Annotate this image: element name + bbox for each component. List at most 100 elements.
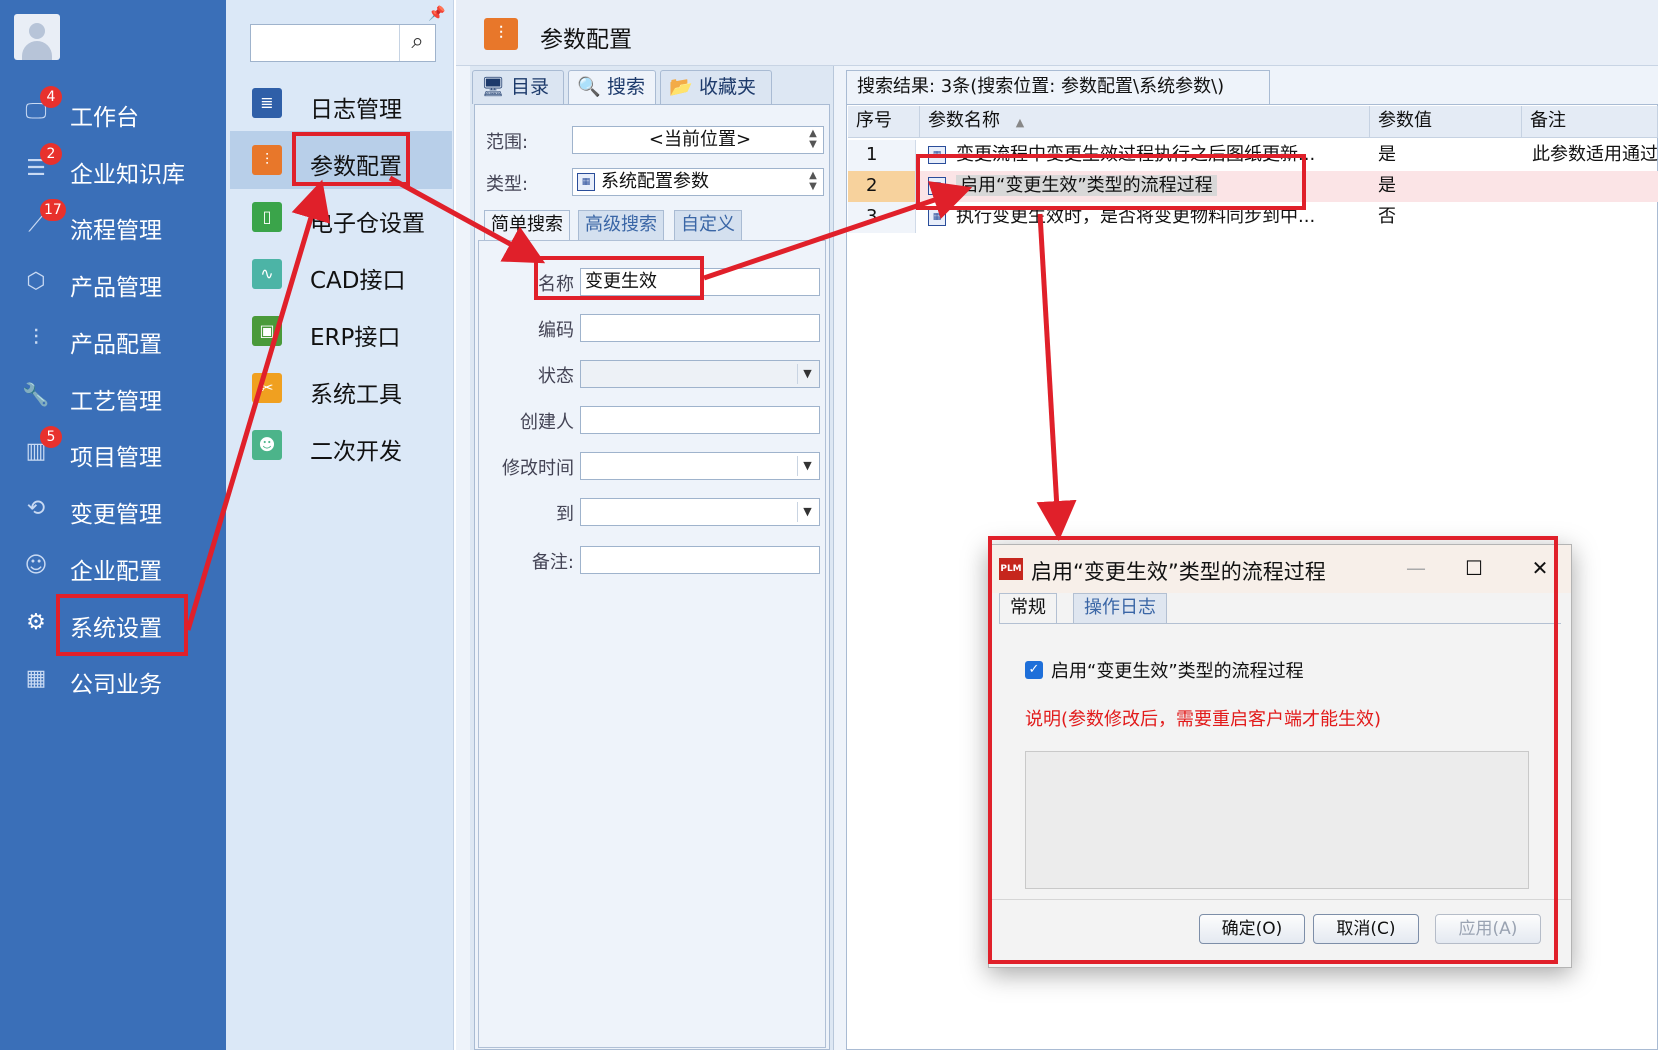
submenu-item-dev[interactable]: ☻ 二次开发 — [230, 416, 452, 474]
row-index: 1 — [866, 144, 878, 165]
submenu-item-erp[interactable]: ▣ ERP接口 — [230, 302, 452, 360]
grid-icon: ▦ — [25, 666, 47, 691]
nav-item-label: 产品管理 — [70, 275, 162, 301]
submenu-item-log[interactable]: ≣ 日志管理 — [230, 74, 452, 132]
tab-custom[interactable]: 自定义 — [674, 210, 742, 240]
tab-label: 收藏夹 — [699, 76, 757, 98]
submenu-item-label: 电子仓设置 — [310, 211, 425, 237]
nav-item-change[interactable]: ⟲ 变更管理 — [0, 483, 226, 535]
annotation-box — [988, 536, 1558, 964]
to-label: 到 — [556, 504, 574, 525]
waveform-icon: ∿ — [252, 259, 282, 289]
row-index-cell — [848, 171, 916, 202]
tab-search-results[interactable]: 搜索结果: 3条(搜索位置: 参数配置\系统参数\) — [846, 70, 1270, 104]
change-icon: ⟲ — [26, 496, 46, 521]
avatar[interactable] — [14, 14, 60, 60]
param-remark — [1532, 202, 1658, 233]
remark-field[interactable] — [580, 546, 820, 574]
creator-field[interactable] — [580, 406, 820, 434]
submenu-item-label: CAD接口 — [310, 268, 406, 294]
submenu-item-tools[interactable]: ✂ 系统工具 — [230, 359, 452, 417]
sort-ascending-icon: ▲ — [1015, 116, 1025, 129]
row-index: 3 — [866, 206, 878, 227]
annotation-box — [292, 132, 410, 186]
column-header-remark[interactable]: 备注 — [1522, 106, 1658, 138]
tab-catalog[interactable]: 🖥 目录 — [472, 70, 564, 104]
users-icon: ☺ — [24, 553, 48, 578]
sliders-icon: ⫶ — [252, 145, 282, 175]
submenu-item-label: ERP接口 — [310, 325, 401, 351]
submenu-item-vault[interactable]: ▯ 电子仓设置 — [230, 188, 452, 246]
nav-item-process[interactable]: 🔧 工艺管理 — [0, 370, 226, 422]
annotation-box — [916, 154, 1306, 210]
nav-item-company-business[interactable]: ▦ 公司业务 — [0, 653, 226, 705]
sliders-icon: ⫶ — [33, 326, 39, 351]
modtime-to-field[interactable]: ▼ — [580, 498, 820, 526]
modtime-from-field[interactable]: ▼ — [580, 452, 820, 480]
param-remark: 此参数适用通过 — [1532, 144, 1658, 165]
modtime-label: 修改时间 — [502, 458, 574, 479]
status-label: 状态 — [538, 366, 574, 387]
nav-item-label: 公司业务 — [70, 672, 162, 698]
main-nav: 🖵 4 工作台 ☰ 2 企业知识库 ⟋ 17 流程管理 ⬡ 产品管理 ⫶ 产品配… — [0, 0, 226, 1050]
search-icon[interactable]: ⌕ — [399, 25, 435, 61]
submenu-item-label: 二次开发 — [310, 439, 402, 465]
column-header-value[interactable]: 参数值 — [1370, 106, 1522, 138]
pin-icon[interactable]: 📌 — [428, 6, 445, 22]
param-value: 是 — [1378, 144, 1396, 165]
chevron-down-icon[interactable]: ▼ — [797, 502, 817, 522]
vault-icon: ▯ — [252, 202, 282, 232]
submenu-item-label: 日志管理 — [310, 97, 402, 123]
type-label: 类型: — [486, 174, 529, 195]
column-header-name[interactable]: 参数名称 ▲ — [920, 106, 1370, 138]
tab-search[interactable]: 🔍 搜索 — [568, 70, 656, 104]
tab-favorites[interactable]: 📂 收藏夹 — [660, 70, 772, 104]
row-index-cell — [848, 140, 916, 171]
page-title: 参数配置 — [540, 27, 632, 53]
chevron-down-icon[interactable]: ▼ — [797, 364, 817, 384]
annotation-box — [534, 256, 704, 300]
nav-item-label: 流程管理 — [70, 218, 162, 244]
nav-item-enterprise-config[interactable]: ☺ 企业配置 — [0, 540, 226, 592]
code-field[interactable] — [580, 314, 820, 342]
nav-item-project[interactable]: ▥ 5 项目管理 — [0, 426, 226, 478]
nav-item-label: 工作台 — [70, 105, 139, 131]
catalog-icon: 🖥 — [481, 76, 506, 98]
row-index: 2 — [866, 175, 878, 196]
nav-item-product[interactable]: ⬡ 产品管理 — [0, 256, 226, 308]
notification-badge: 17 — [40, 199, 66, 221]
type-value: 系统配置参数 — [601, 171, 709, 192]
param-remark — [1532, 171, 1658, 202]
page-header — [456, 0, 1658, 66]
nav-item-label: 工艺管理 — [70, 389, 162, 415]
tab-simple-search[interactable]: 简单搜索 — [484, 210, 570, 240]
column-header-index[interactable]: 序号 — [848, 106, 920, 138]
scope-value: <当前位置> — [648, 129, 752, 150]
tab-label: 搜索 — [607, 76, 646, 98]
nav-item-workflow[interactable]: ⟋ 17 流程管理 — [0, 199, 226, 251]
param-icon: ▦ — [928, 208, 946, 226]
nav-item-knowledge[interactable]: ☰ 2 企业知识库 — [0, 143, 226, 195]
erp-icon: ▣ — [252, 316, 282, 346]
nav-item-label: 项目管理 — [70, 445, 162, 471]
tab-advanced-search[interactable]: 高级搜索 — [578, 210, 664, 240]
param-value: 是 — [1378, 175, 1396, 196]
wrench-icon: 🔧 — [22, 383, 50, 408]
remark-label: 备注: — [531, 552, 574, 573]
nav-item-label: 企业配置 — [70, 559, 162, 585]
notification-badge: 5 — [40, 426, 62, 448]
chevron-down-icon[interactable]: ▼ — [797, 456, 817, 476]
scope-select[interactable]: <当前位置> ▲ ▼ — [572, 126, 824, 154]
spinner-icon[interactable]: ▲ ▼ — [805, 128, 821, 150]
type-select[interactable]: ▦ 系统配置参数 ▲ ▼ — [572, 168, 824, 196]
spinner-icon[interactable]: ▲ ▼ — [805, 170, 821, 192]
submenu-item-cad[interactable]: ∿ CAD接口 — [230, 245, 452, 303]
submenu-item-label: 系统工具 — [310, 382, 402, 408]
search-icon: 🔍 — [577, 76, 601, 98]
nav-item-workbench[interactable]: 🖵 4 工作台 — [0, 86, 226, 138]
list-icon: ≣ — [252, 88, 282, 118]
submenu-search-input[interactable]: ⌕ — [250, 24, 436, 62]
status-select[interactable]: ▼ — [580, 360, 820, 388]
annotation-box — [56, 594, 188, 656]
nav-item-product-config[interactable]: ⫶ 产品配置 — [0, 313, 226, 365]
